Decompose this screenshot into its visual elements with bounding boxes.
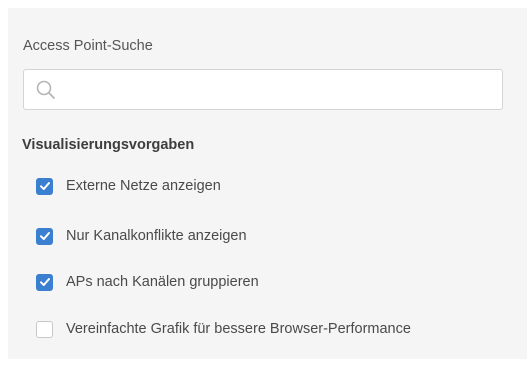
- search-label: Access Point-Suche: [23, 38, 153, 54]
- simplified-graphics-label: Vereinfachte Grafik für bessere Browser-…: [66, 321, 411, 337]
- search-icon: [35, 79, 57, 101]
- checkmark-icon: [39, 232, 50, 240]
- group-by-channel-label: APs nach Kanälen gruppieren: [66, 274, 259, 290]
- group-by-channel-checkbox[interactable]: [36, 273, 53, 291]
- external-networks-checkbox[interactable]: [36, 177, 53, 195]
- external-networks-label: Externe Netze anzeigen: [66, 178, 221, 194]
- visualization-section-title: Visualisierungsvorgaben: [22, 137, 195, 153]
- search-input[interactable]: [66, 70, 496, 109]
- checkmark-icon: [39, 182, 50, 190]
- channel-conflicts-checkbox[interactable]: [36, 227, 53, 245]
- option-external-networks[interactable]: Externe Netze anzeigen: [36, 175, 221, 197]
- checkmark-icon: [39, 278, 50, 286]
- option-group-by-channel[interactable]: APs nach Kanälen gruppieren: [36, 271, 259, 293]
- option-channel-conflicts[interactable]: Nur Kanalkonflikte anzeigen: [36, 225, 247, 247]
- channel-conflicts-label: Nur Kanalkonflikte anzeigen: [66, 228, 247, 244]
- search-field[interactable]: [23, 69, 503, 110]
- simplified-graphics-checkbox[interactable]: [36, 320, 53, 338]
- settings-panel: Access Point-Suche Visualisierungsvorgab…: [8, 8, 527, 359]
- option-simplified-graphics[interactable]: Vereinfachte Grafik für bessere Browser-…: [36, 318, 411, 340]
